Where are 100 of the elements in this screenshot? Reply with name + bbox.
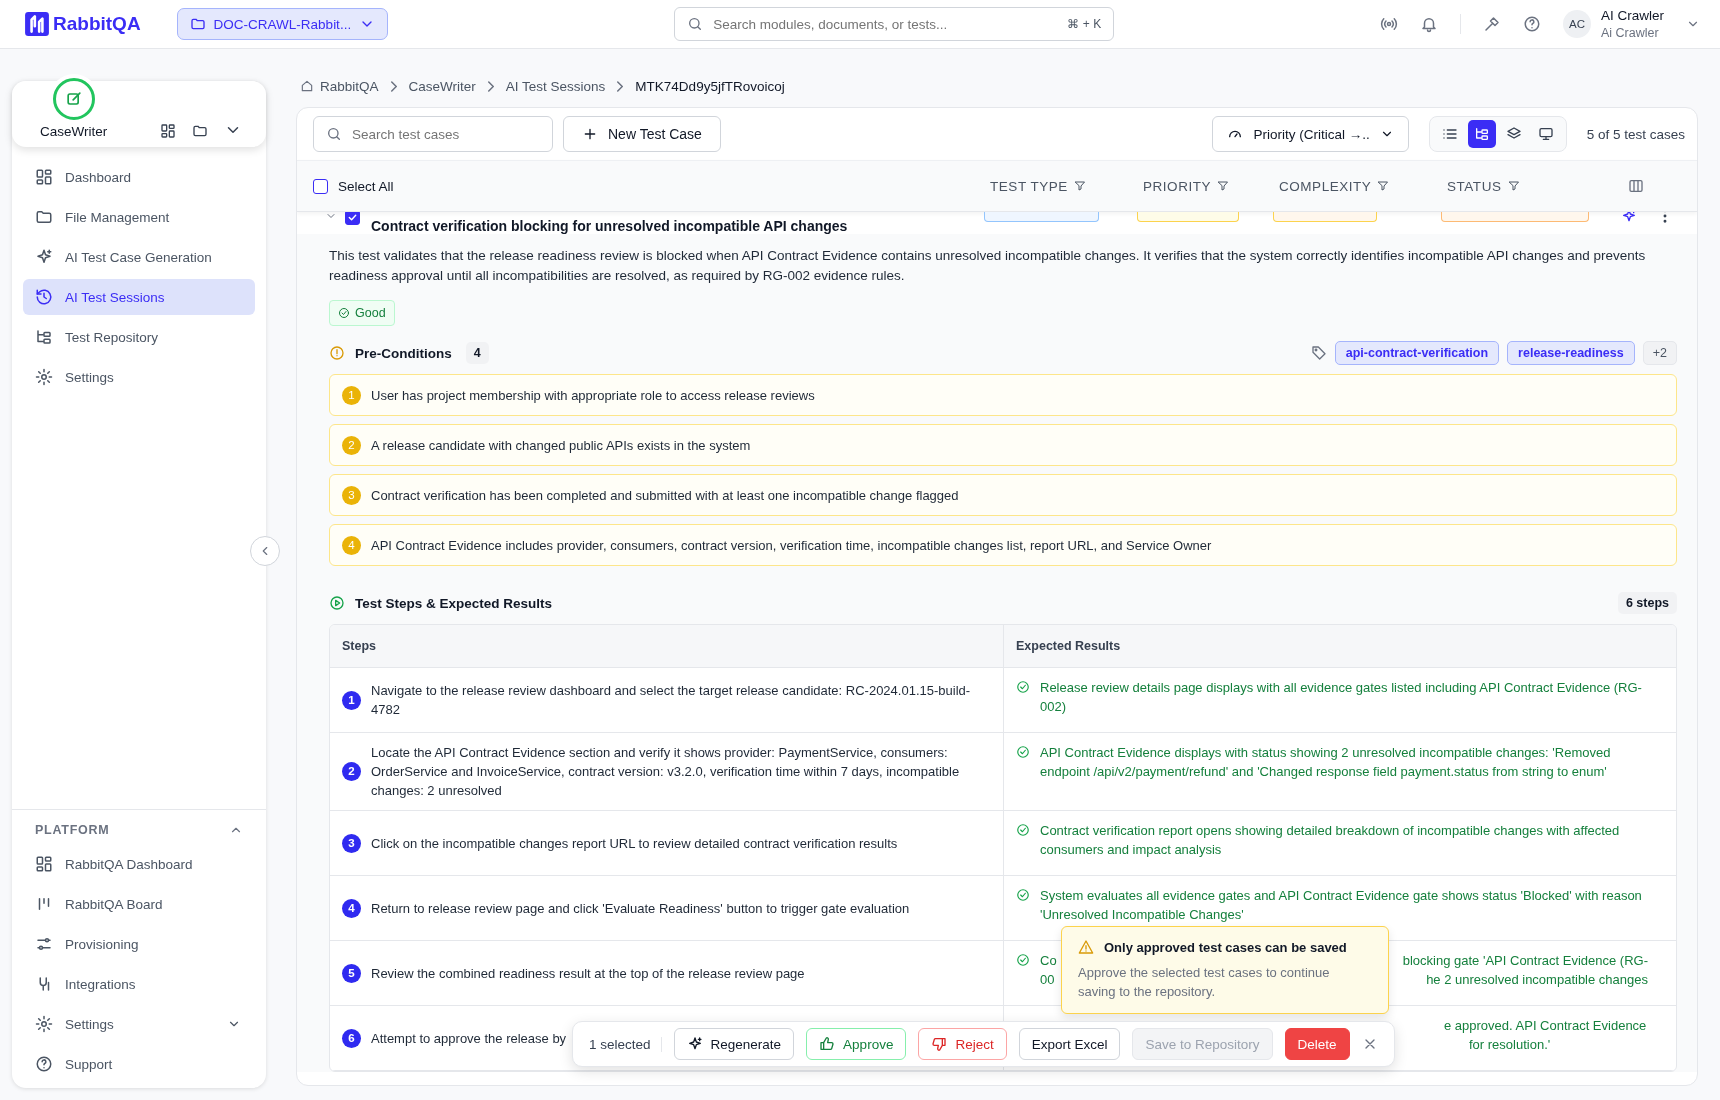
user-avatar[interactable]: AC	[1563, 10, 1591, 38]
brush-icon[interactable]	[1483, 15, 1501, 33]
test-case-count: 5 of 5 test cases	[1586, 126, 1685, 142]
play-icon	[329, 595, 345, 611]
breadcrumb-link[interactable]: MTK74Dd9y5jfTRovoicoj	[635, 78, 785, 94]
step-text: Locate the API Contract Evidence section and verify it shows provider: PaymentService, consumers: OrderService and InvoiceService, contract version: v3.2.0, verification time within 7 days, incompatible changes: 2 unresolved	[371, 744, 961, 800]
thumbs-up-icon	[819, 1036, 836, 1052]
search-input[interactable]: Search test cases	[352, 126, 540, 142]
regenerate-button[interactable]: Regenerate	[673, 1028, 795, 1060]
grid-icon[interactable]	[160, 123, 176, 139]
reject-button[interactable]: Reject	[918, 1028, 1007, 1060]
column-header[interactable]: STATUS	[1447, 178, 1597, 194]
approve-button[interactable]: Approve	[806, 1028, 907, 1060]
nav-item[interactable]: Dashboard	[23, 159, 255, 195]
nav-item[interactable]: RabbitQA Dashboard	[23, 846, 255, 882]
precondition-text: A release candidate with changed public APIs exists in the system	[371, 437, 751, 453]
tree-icon	[1473, 126, 1490, 142]
column-header[interactable]: PRIORITY	[1143, 178, 1279, 194]
list-icon	[1441, 126, 1458, 142]
test-case-title[interactable]: Contract verification blocking for unresolved incompatible API changes	[369, 212, 990, 234]
check-icon	[1016, 823, 1030, 837]
section-title: PLATFORM	[35, 823, 110, 837]
number-badge: 2	[342, 435, 361, 455]
expected-result: API Contract Evidence displays with status showing 2 unresolved incompatible changes: 'Removed endpoint /api/v2/payment/refund' and 'Changed response field payment.status from string to enum'	[1040, 744, 1612, 781]
nav-item[interactable]: AI Test Case Generation	[23, 239, 255, 275]
nav-item[interactable]: Integrations	[23, 966, 255, 1002]
number-badge: 4	[342, 535, 361, 555]
step-text: Click on the incompatible changes report URL to review detailed contract verification results	[371, 834, 898, 853]
nav-item[interactable]: RabbitQA Board	[23, 886, 255, 922]
tooltip-text: Approve the selected test cases to continue saving to the repository.	[1078, 964, 1331, 1001]
select-all-label[interactable]: Select All	[338, 178, 394, 194]
thumbs-down-icon	[931, 1036, 948, 1052]
sparkle-icon[interactable]	[1621, 212, 1637, 224]
export-button[interactable]: Export Excel	[1018, 1028, 1121, 1060]
count-badge: 6 steps	[1617, 592, 1677, 614]
check-icon	[1016, 888, 1030, 902]
nav-item[interactable]: AI Test Sessions	[23, 279, 255, 315]
filter-icon	[1073, 180, 1086, 192]
step-number: 4	[342, 898, 361, 918]
search-field[interactable]: Search modules, documents, or tests... ⌘ + K	[674, 7, 1115, 41]
bell-icon[interactable]	[1420, 15, 1438, 33]
new-test-case-button[interactable]: New Test Case	[563, 116, 721, 152]
breadcrumb-link[interactable]: AI Test Sessions	[505, 78, 606, 94]
filter-icon	[1377, 180, 1390, 192]
nav-item[interactable]: Settings	[23, 359, 255, 395]
folder-icon[interactable]	[192, 123, 208, 139]
shortcut-hint: ⌘ + K	[1067, 17, 1102, 31]
tag[interactable]: release-readiness	[1507, 341, 1635, 365]
broadcast-icon[interactable]	[1380, 15, 1398, 33]
precondition-text: Contract verification has been completed and submitted with at least one incompatible change flagged	[371, 487, 959, 503]
search-input[interactable]: Search modules, documents, or tests...	[713, 16, 1058, 32]
checkbox[interactable]	[345, 212, 360, 225]
history-icon	[35, 288, 53, 306]
tag[interactable]: api-contract-verification	[1334, 341, 1500, 365]
search-field[interactable]: Search test cases	[313, 116, 553, 152]
app-name: CaseWriter	[40, 124, 108, 139]
brand-name: RabbitQA	[53, 13, 141, 35]
precondition-text: API Contract Evidence includes provider, consumers, contract version, verification time, incompatible changes list, report URL, and Service Owner	[371, 537, 1212, 553]
filter-icon	[1507, 180, 1520, 192]
step-number: 2	[342, 762, 361, 781]
breadcrumb-link[interactable]: CaseWriter	[408, 78, 476, 94]
warning-icon	[1078, 939, 1094, 955]
chevron-right-icon	[390, 80, 397, 92]
breadcrumb-link[interactable]: RabbitQA	[320, 78, 379, 94]
view-button[interactable]	[1467, 120, 1496, 148]
chevron-right-icon	[617, 80, 624, 92]
number-badge: 3	[342, 485, 361, 505]
step-number: 1	[342, 690, 361, 710]
monitor-icon	[1537, 126, 1554, 142]
project-selector[interactable]: DOC-CRAWL-Rabbit...	[176, 8, 389, 40]
sort-dropdown[interactable]: Priority (Critical →..	[1212, 116, 1409, 152]
nav-item[interactable]: Settings	[23, 1006, 255, 1042]
column-header[interactable]: TEST TYPE	[990, 178, 1143, 194]
nav-item[interactable]: Support	[23, 1046, 255, 1082]
expected-result: System evaluates all evidence gates and API Contract Evidence gate shows status 'Blocked' with reason 'Unresolved Incompatible Changes'	[1040, 887, 1643, 924]
section-title: Pre-Conditions	[355, 345, 452, 361]
home-icon[interactable]	[300, 79, 314, 93]
columns-icon[interactable]	[1628, 178, 1644, 194]
precondition-text: User has project membership with appropriate role to access release reviews	[371, 387, 815, 403]
sparkle-icon	[35, 248, 53, 266]
checkbox[interactable]	[313, 178, 328, 194]
expected-result: blocking gate 'API Contract Evidence (RG-	[1402, 952, 1648, 970]
test-case-description: This test validates that the release readiness review is blocked when API Contract Evidence contains unresolved incompatible changes. It verifies that the system correctly identifies incompatible API changes and prevents readiness approval until all incompatibilities are resolved, as required by RG-002 evidence rules.	[297, 234, 1697, 294]
step-number: 6	[342, 1028, 361, 1048]
count-badge: 4	[465, 342, 489, 364]
delete-button[interactable]: Delete	[1284, 1028, 1350, 1060]
expected-result: Co	[1040, 952, 1057, 970]
alert-icon	[329, 345, 345, 361]
column-header[interactable]: COMPLEXITY	[1279, 178, 1447, 194]
quality-badge: Good	[329, 300, 395, 326]
nav-item[interactable]: Provisioning	[23, 926, 255, 962]
expected-result: he 2 unresolved incompatible changes	[1426, 971, 1648, 989]
nav-item[interactable]: File Management	[23, 199, 255, 235]
column-header: Steps	[330, 625, 1003, 668]
expected-result: Release review details page displays with all evidence gates listed including API Contract Evidence (RG-002)	[1040, 679, 1643, 716]
logo-icon	[24, 11, 50, 37]
help-icon[interactable]	[1523, 15, 1541, 33]
more-tags-badge[interactable]: +2	[1642, 341, 1677, 365]
folder-icon	[189, 16, 206, 32]
nav-item[interactable]: Test Repository	[23, 319, 255, 355]
